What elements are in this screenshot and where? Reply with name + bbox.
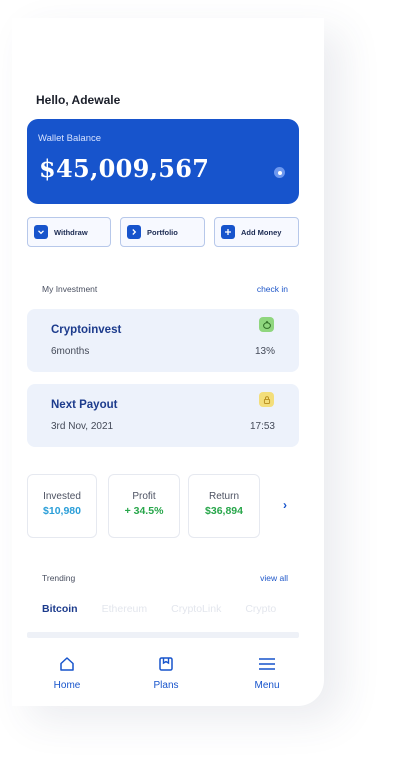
phone-screen: Hello, Adewale Wallet Balance $45,009,56… [12,18,324,706]
profit-stat[interactable]: Profit + 34.5% [108,474,180,538]
nav-home-label: Home [53,680,81,691]
stat-value: + 34.5% [124,505,164,517]
stat-label: Profit [132,491,156,502]
plans-icon [136,654,196,674]
card-value: 17:53 [249,421,275,432]
view-all-link[interactable]: view all [260,573,288,583]
nav-menu[interactable]: Menu [237,654,297,691]
nav-plans[interactable]: Plans [136,654,196,691]
chevron-right-icon [127,225,141,239]
menu-icon [237,654,297,674]
trending-tabs: Bitcoin Ethereum CryptoLink Crypto [42,603,276,615]
lock-icon [259,392,274,407]
trending-heading: Trending [42,573,76,583]
stat-value: $10,980 [43,505,81,517]
portfolio-button[interactable]: Portfolio [120,217,205,247]
chevron-right-icon[interactable]: › [283,498,287,512]
invested-stat[interactable]: Invested $10,980 [27,474,97,538]
divider [27,632,299,638]
tab-cryptolink[interactable]: CryptoLink [171,603,221,615]
withdraw-label: Withdraw [54,227,88,237]
tab-crypto[interactable]: Crypto [245,603,276,615]
next-payout-card[interactable]: Next Payout 3rd Nov, 2021 17:53 [27,384,299,447]
check-in-link[interactable]: check in [257,284,288,294]
withdraw-button[interactable]: Withdraw [27,217,111,247]
card-title: Cryptoinvest [51,324,122,336]
greeting: Hello, Adewale [36,93,121,107]
wallet-balance-amount: $45,009,567 [39,154,210,183]
home-icon [37,654,97,674]
add-money-button[interactable]: Add Money [214,217,299,247]
card-value: 13% [254,346,275,357]
card-title: Next Payout [51,399,118,411]
portfolio-label: Portfolio [147,227,178,237]
tab-ethereum[interactable]: Ethereum [102,603,148,615]
stat-label: Return [208,491,239,502]
nav-plans-label: Plans [153,680,179,691]
wallet-balance-label: Wallet Balance [38,133,102,144]
stat-label: Invested [43,491,81,502]
tab-bitcoin[interactable]: Bitcoin [42,603,78,615]
wallet-balance-card: Wallet Balance $45,009,567 [27,119,299,204]
piggy-bank-icon [259,317,274,332]
card-subtitle: 3rd Nov, 2021 [51,421,114,432]
card-subtitle: 6months [51,346,90,357]
chevron-down-icon [34,225,48,239]
stat-value: $36,894 [205,505,243,517]
my-investment-heading: My Investment [42,284,98,294]
return-stat[interactable]: Return $36,894 [188,474,260,538]
nav-home[interactable]: Home [37,654,97,691]
nav-menu-label: Menu [254,680,280,691]
eye-icon[interactable] [274,167,285,178]
add-money-label: Add Money [241,227,282,237]
plus-icon [221,225,235,239]
cryptoinvest-card[interactable]: Cryptoinvest 6months 13% [27,309,299,372]
